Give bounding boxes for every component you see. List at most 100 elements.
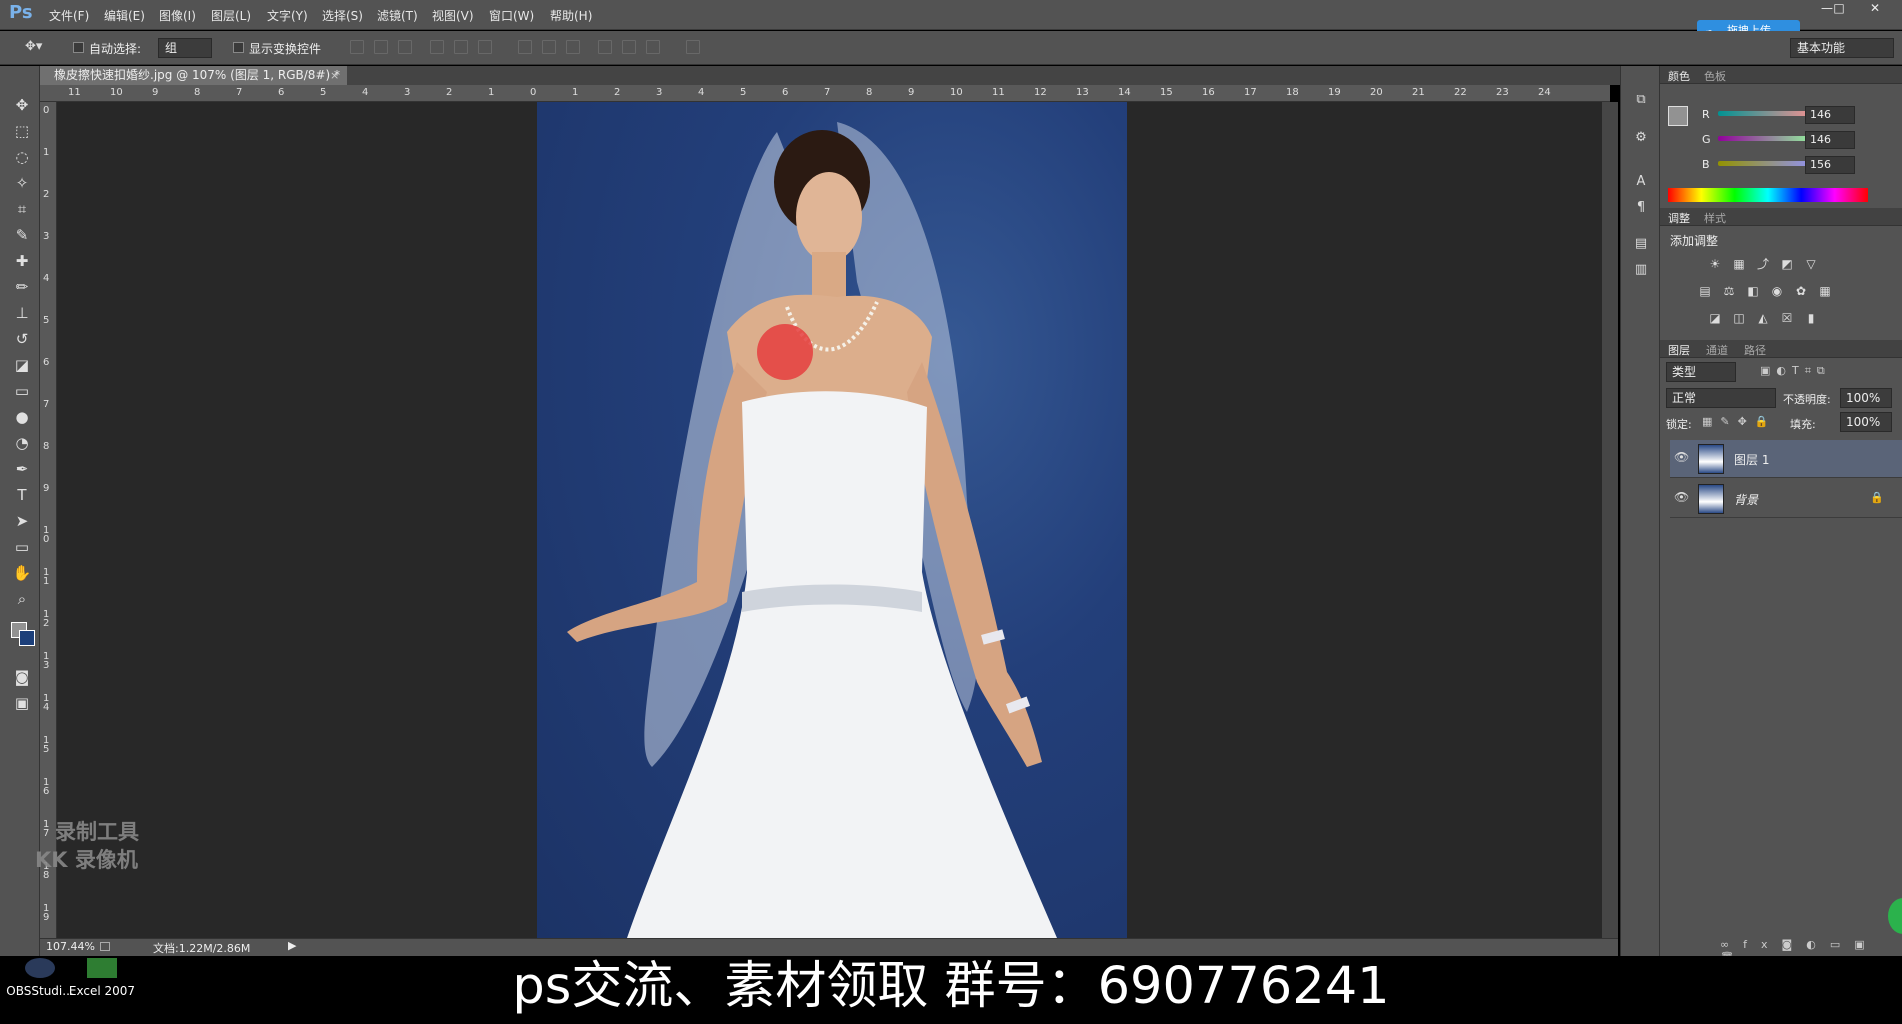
blend-mode-dropdown[interactable]: 正常	[1666, 388, 1776, 408]
status-share-icon[interactable]	[100, 942, 110, 951]
crop-tool-icon[interactable]: ⌗	[11, 198, 33, 220]
layer-filter-icons[interactable]: ▣◐T⌗⧉	[1760, 364, 1831, 378]
visibility-eye-icon[interactable]: 👁	[1674, 450, 1689, 464]
r-value-input[interactable]: 146	[1805, 106, 1855, 124]
menu-type[interactable]: 文字(Y)	[267, 7, 308, 24]
stamp-tool-icon[interactable]: ⊥	[11, 302, 33, 324]
visibility-eye-icon[interactable]: 👁	[1674, 490, 1689, 504]
zoom-tool-icon[interactable]: ⌕	[11, 588, 33, 610]
auto-align-icon[interactable]	[686, 40, 700, 54]
align-hcenter-icon[interactable]	[454, 40, 468, 54]
gradient-map-icon[interactable]: ▮	[1802, 310, 1820, 326]
menu-file[interactable]: 文件(F)	[49, 7, 89, 24]
distribute-hcenter-icon[interactable]	[622, 40, 636, 54]
selective-color-icon[interactable]: ☒	[1778, 310, 1796, 326]
shape-tool-icon[interactable]: ▭	[11, 536, 33, 558]
menu-edit[interactable]: 编辑(E)	[104, 7, 145, 24]
curves-icon[interactable]: ⤴	[1754, 256, 1772, 272]
actions-panel-icon[interactable]: ⚙	[1631, 128, 1651, 148]
workspace-dropdown[interactable]: 基本功能	[1790, 38, 1894, 58]
menu-filter[interactable]: 滤镜(T)	[377, 7, 418, 24]
layer-name[interactable]: 背景	[1734, 491, 1758, 508]
auto-select-dropdown[interactable]: 组	[158, 38, 212, 58]
tab-channels[interactable]: 通道	[1706, 342, 1728, 358]
menu-select[interactable]: 选择(S)	[322, 7, 363, 24]
lock-icons[interactable]: ▦✎✥🔒	[1702, 415, 1777, 428]
status-menu-arrow-icon[interactable]: ▶	[288, 939, 296, 952]
menu-view[interactable]: 视图(V)	[432, 7, 474, 24]
distribute-top-icon[interactable]	[518, 40, 532, 54]
history-panel-icon[interactable]: ⧉	[1631, 90, 1651, 110]
color-lookup-icon[interactable]: ▦	[1816, 283, 1834, 299]
tab-swatches[interactable]: 色板	[1704, 68, 1726, 84]
lasso-tool-icon[interactable]: ◌	[11, 146, 33, 168]
layer-row-background[interactable]: 👁 背景 🔒	[1670, 480, 1902, 518]
marquee-tool-icon[interactable]: ⬚	[11, 120, 33, 142]
threshold-icon[interactable]: ◭	[1754, 310, 1772, 326]
move-tool-icon[interactable]: ✥	[11, 94, 33, 116]
menu-image[interactable]: 图像(I)	[159, 7, 196, 24]
b-value-input[interactable]: 156	[1805, 156, 1855, 174]
show-transform-checkbox[interactable]	[233, 42, 244, 53]
g-value-input[interactable]: 146	[1805, 131, 1855, 149]
menu-window[interactable]: 窗口(W)	[489, 7, 534, 24]
paragraph-panel-icon[interactable]: ¶	[1631, 198, 1651, 218]
layer-comps-icon[interactable]: ▤	[1631, 234, 1651, 254]
layer-name[interactable]: 图层 1	[1734, 451, 1769, 468]
b-slider[interactable]	[1718, 161, 1818, 166]
brightness-icon[interactable]: ☀	[1706, 256, 1724, 272]
type-tool-icon[interactable]: T	[11, 484, 33, 506]
levels-icon[interactable]: ▦	[1730, 256, 1748, 272]
hand-tool-icon[interactable]: ✋	[11, 562, 33, 584]
color-balance-icon[interactable]: ⚖	[1720, 283, 1738, 299]
channel-mixer-icon[interactable]: ✿	[1792, 283, 1810, 299]
align-left-icon[interactable]	[430, 40, 444, 54]
eyedropper-tool-icon[interactable]: ✎	[11, 224, 33, 246]
gradient-tool-icon[interactable]: ▭	[11, 380, 33, 402]
layer-filter-dropdown[interactable]: 类型	[1666, 362, 1736, 382]
healing-brush-tool-icon[interactable]: ✚	[11, 250, 33, 272]
brush-tool-icon[interactable]: ✏	[11, 276, 33, 298]
layer-row-layer1[interactable]: 👁 图层 1	[1670, 440, 1902, 478]
dodge-tool-icon[interactable]: ◔	[11, 432, 33, 454]
align-vcenter-icon[interactable]	[374, 40, 388, 54]
tab-styles[interactable]: 样式	[1704, 210, 1726, 226]
invert-icon[interactable]: ◪	[1706, 310, 1724, 326]
character-panel-icon[interactable]: A	[1631, 172, 1651, 192]
move-tool-preset-icon[interactable]: ✥▾	[25, 39, 42, 54]
hue-sat-icon[interactable]: ▤	[1696, 283, 1714, 299]
black-white-icon[interactable]: ◧	[1744, 283, 1762, 299]
r-slider[interactable]	[1718, 111, 1818, 116]
restore-button[interactable]: □	[1825, 0, 1853, 16]
menu-help[interactable]: 帮助(H)	[550, 7, 592, 24]
align-top-icon[interactable]	[350, 40, 364, 54]
distribute-right-icon[interactable]	[646, 40, 660, 54]
pen-tool-icon[interactable]: ✒	[11, 458, 33, 480]
distribute-left-icon[interactable]	[598, 40, 612, 54]
align-bottom-icon[interactable]	[398, 40, 412, 54]
tab-paths[interactable]: 路径	[1744, 342, 1766, 358]
menu-layer[interactable]: 图层(L)	[211, 7, 251, 24]
notes-panel-icon[interactable]: ▥	[1631, 260, 1651, 280]
distribute-bottom-icon[interactable]	[566, 40, 580, 54]
tab-layers[interactable]: 图层	[1668, 342, 1690, 358]
path-select-tool-icon[interactable]: ➤	[11, 510, 33, 532]
tab-color[interactable]: 颜色	[1668, 68, 1690, 84]
screen-mode-icon[interactable]: ▣	[11, 692, 33, 714]
tab-adjustments[interactable]: 调整	[1668, 210, 1690, 226]
photo-filter-icon[interactable]: ◉	[1768, 283, 1786, 299]
close-tab-icon[interactable]: ×	[330, 66, 339, 85]
document-tab[interactable]: 橡皮擦快速扣婚纱.jpg @ 107% (图层 1, RGB/8#) *	[40, 66, 347, 85]
color-spectrum-bar[interactable]	[1668, 188, 1868, 202]
quick-mask-icon[interactable]: ◙	[11, 666, 33, 688]
blur-tool-icon[interactable]: ●	[11, 406, 33, 428]
eraser-tool-icon[interactable]: ◪	[11, 354, 33, 376]
auto-select-checkbox[interactable]	[73, 42, 84, 53]
vertical-scrollbar[interactable]	[1602, 102, 1618, 938]
color-swatches-icon[interactable]	[11, 622, 37, 648]
fill-input[interactable]: 100%	[1840, 412, 1892, 432]
align-right-icon[interactable]	[478, 40, 492, 54]
history-brush-tool-icon[interactable]: ↺	[11, 328, 33, 350]
g-slider[interactable]	[1718, 136, 1818, 141]
foreground-color-swatch[interactable]	[1668, 106, 1688, 126]
